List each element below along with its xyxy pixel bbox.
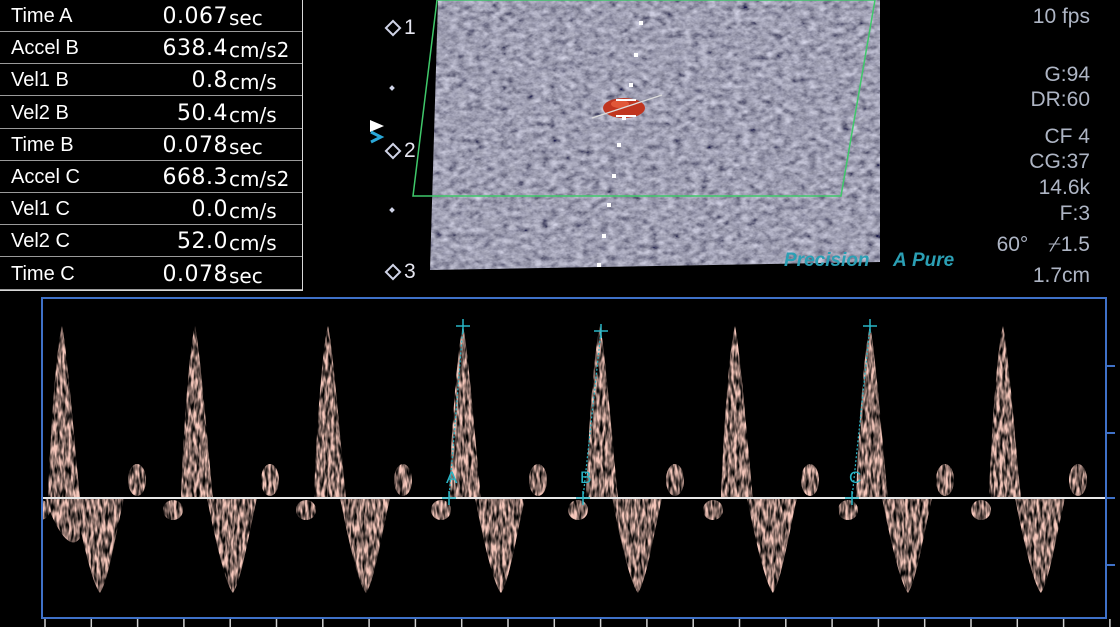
caliper-label: B xyxy=(580,468,591,487)
doppler-spectrum: A B C xyxy=(43,299,1115,627)
ultrasound-screen: 1 2 3 Precision A Pure 10 fps G:94 DR:60… xyxy=(0,0,1120,627)
caliper-label: C xyxy=(849,468,861,487)
caliper-label: A xyxy=(446,468,458,487)
